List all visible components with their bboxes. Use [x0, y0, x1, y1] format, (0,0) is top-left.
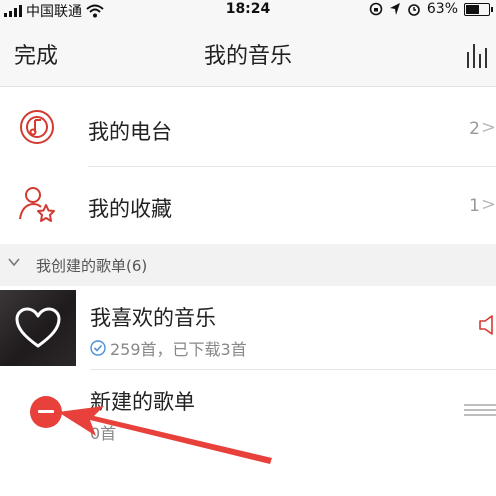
volume-icon [479, 315, 493, 335]
menu-item-label: 我的收藏 [88, 197, 172, 221]
playlist-subtitle-text: 259首，已下载3首 [110, 340, 247, 359]
status-right: 63% [369, 1, 493, 17]
playlist-subtitle: 0首 [90, 420, 116, 444]
status-bar: 中国联通 18:24 63% [0, 0, 496, 20]
playlist-cover [0, 290, 76, 366]
menu-item-count: 2 [469, 119, 480, 139]
downloaded-check-icon [90, 340, 106, 356]
battery-percent: 63% [426, 1, 458, 17]
playlist-subtitle-text: 0首 [90, 424, 117, 443]
menu-item-radio[interactable]: 我的电台 2 > [0, 92, 496, 166]
menu-item-collection[interactable]: 我的收藏 1 > [0, 167, 496, 243]
page-title: 我的音乐 [203, 44, 292, 69]
now-playing-icon[interactable] [466, 40, 492, 68]
playlist-subtitle: 259首，已下载3首 [90, 336, 247, 360]
location-icon [389, 3, 400, 15]
playlist-new[interactable]: 新建的歌单 0首 [0, 370, 496, 446]
user-star-icon [19, 187, 55, 222]
delete-playlist-button[interactable] [30, 396, 62, 428]
menu-item-count: 1 [469, 196, 480, 216]
chevron-right-icon: > [480, 117, 496, 138]
rotation-lock-icon [369, 2, 383, 16]
chevron-right-icon: > [480, 194, 496, 215]
alarm-icon [408, 4, 420, 16]
chevron-down-icon [8, 258, 20, 267]
radio-icon [20, 110, 54, 144]
battery-icon [464, 2, 493, 16]
playlist-title: 新建的歌单 [90, 390, 195, 414]
nav-bar: 完成 我的音乐 [0, 20, 496, 87]
reorder-handle[interactable] [464, 404, 496, 418]
menu-item-label: 我的电台 [88, 120, 172, 144]
section-title: 我创建的歌单(6) [36, 257, 148, 275]
playlist-title: 我喜欢的音乐 [90, 306, 216, 330]
heart-icon [15, 307, 61, 348]
section-header-created-playlists[interactable]: 我创建的歌单(6) [0, 244, 496, 286]
